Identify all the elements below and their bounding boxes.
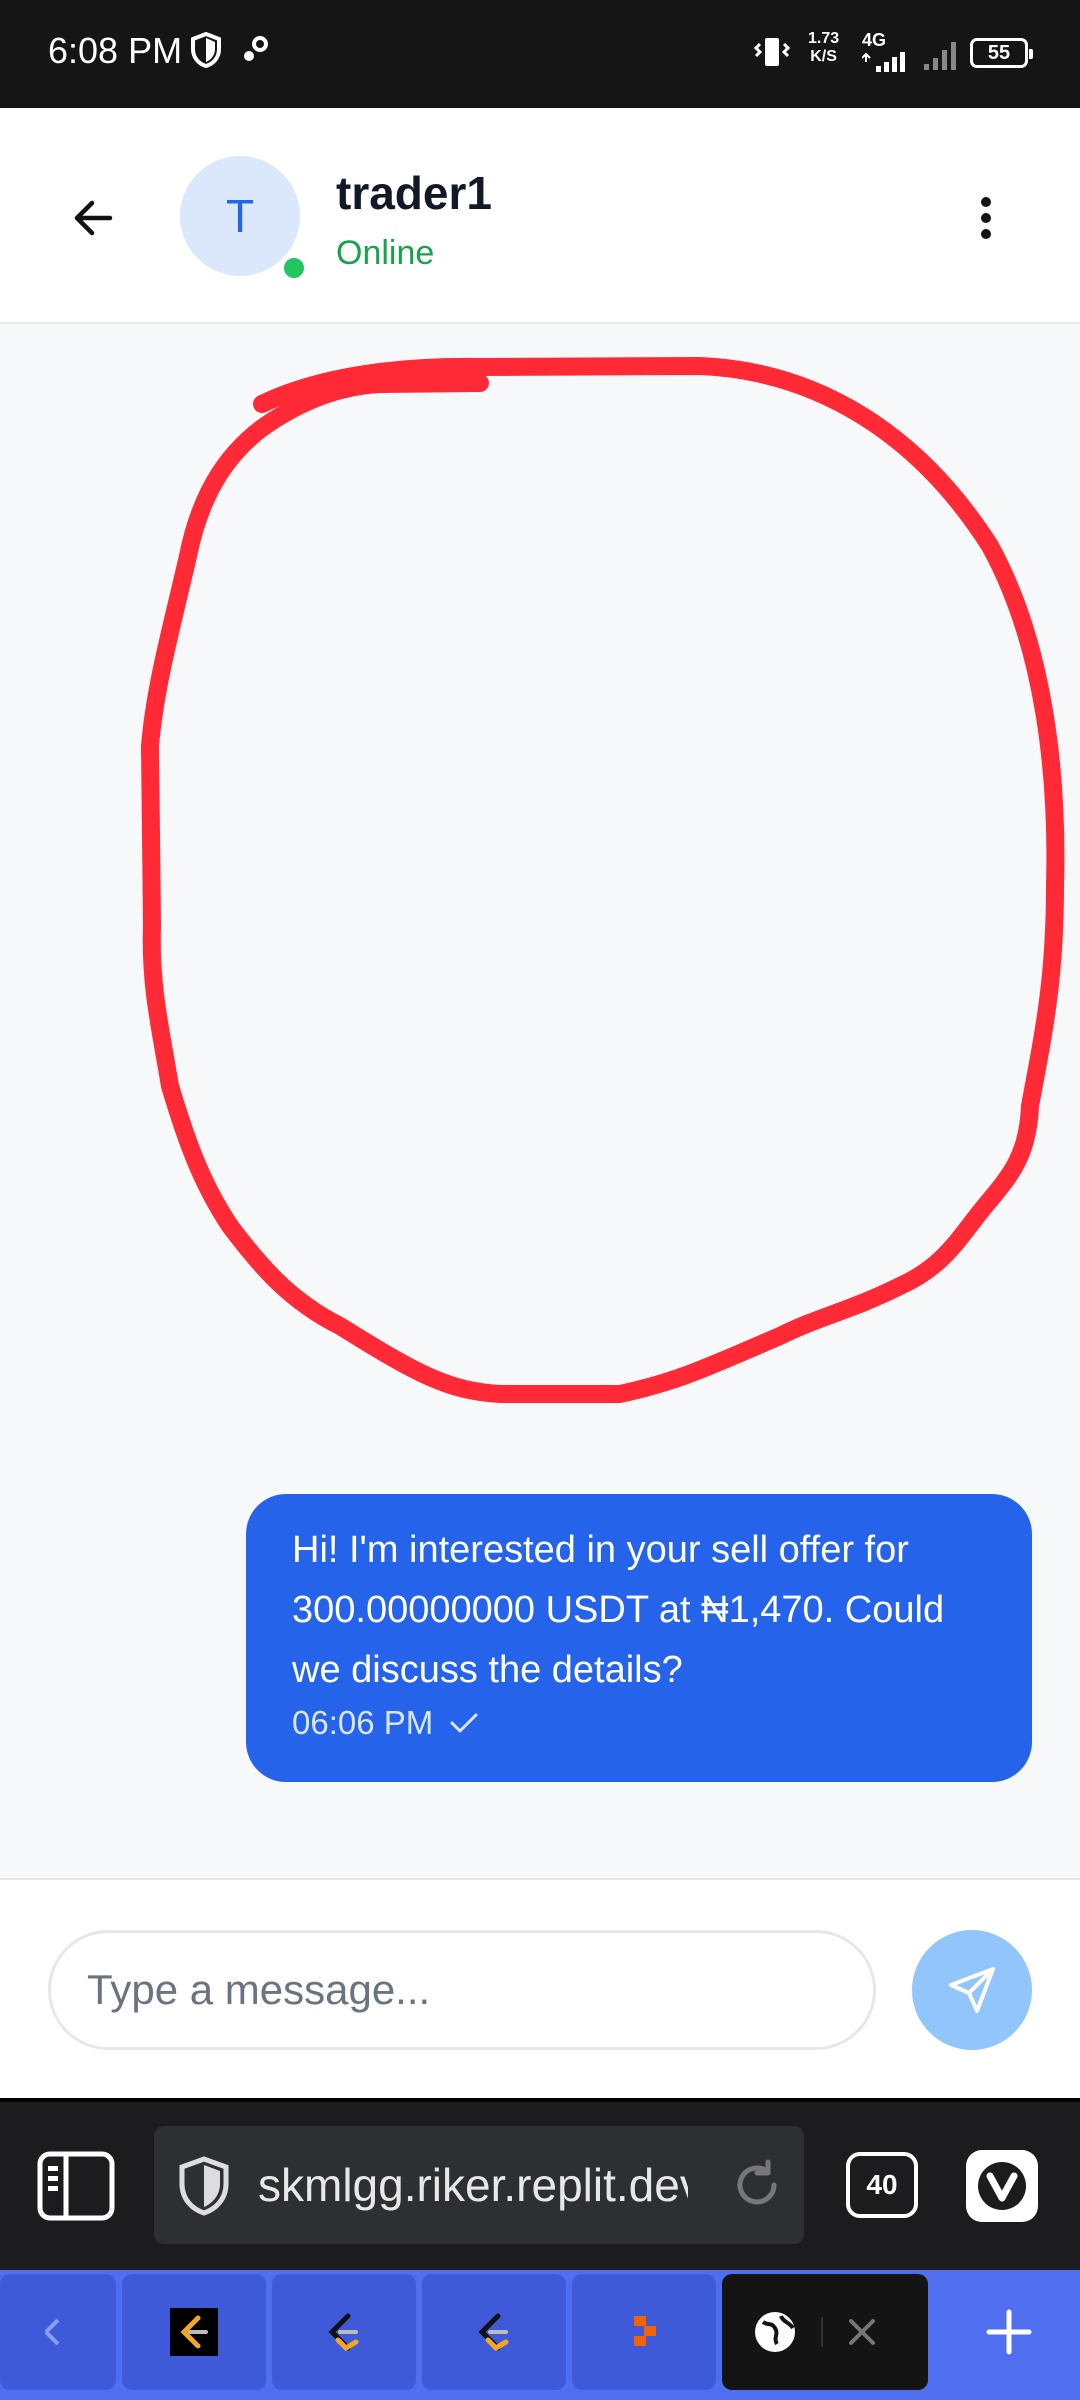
avatar[interactable]: T bbox=[180, 156, 300, 276]
tab-favicon-icon bbox=[44, 2318, 60, 2346]
browser-toolbar: skmlgg.riker.replit.dev 40 bbox=[0, 2098, 1080, 2270]
message-list[interactable]: Hi! I'm interested in your sell offer fo… bbox=[0, 326, 1080, 1878]
network-type: 4G bbox=[862, 30, 887, 50]
tab-1[interactable] bbox=[0, 2274, 116, 2390]
panel-toggle-button[interactable] bbox=[36, 2150, 116, 2222]
tab-strip bbox=[0, 2270, 1080, 2400]
battery-indicator: 55 bbox=[970, 38, 1033, 68]
shield-icon bbox=[179, 2156, 229, 2216]
more-vertical-icon bbox=[981, 197, 991, 239]
settings-status-icon bbox=[240, 32, 274, 71]
contact-name[interactable]: trader1 bbox=[336, 166, 492, 220]
checkmark-icon bbox=[450, 1713, 478, 1733]
tab-2[interactable] bbox=[122, 2274, 266, 2390]
message-meta: 06:06 PM bbox=[292, 1704, 986, 1742]
send-button[interactable] bbox=[912, 1930, 1032, 2050]
message-composer bbox=[0, 1878, 1080, 2098]
sidebar-panel-icon bbox=[37, 2151, 115, 2221]
new-tab-button[interactable] bbox=[954, 2274, 1064, 2390]
chat-header: T trader1 Online bbox=[0, 108, 1080, 324]
message-text: Hi! I'm interested in your sell offer fo… bbox=[292, 1529, 945, 1691]
red-circle-annotation bbox=[141, 357, 1065, 1403]
status-time: 6:08 PM bbox=[48, 30, 183, 71]
tab-5[interactable] bbox=[572, 2274, 716, 2390]
tab-separator bbox=[821, 2317, 823, 2347]
screen: 6:08 PM 1.73 K/S 4G 55 T trader1 Online bbox=[0, 0, 1080, 2400]
plus-icon bbox=[986, 2309, 1032, 2355]
send-icon bbox=[949, 1967, 995, 2013]
signal-strength-icon bbox=[861, 52, 910, 77]
status-bar: 6:08 PM 1.73 K/S 4G 55 bbox=[0, 0, 1080, 108]
url-text[interactable]: skmlgg.riker.replit.dev bbox=[258, 2158, 688, 2212]
reload-icon[interactable] bbox=[730, 2158, 784, 2212]
tab-active[interactable] bbox=[722, 2274, 928, 2390]
message-bubble-outgoing[interactable]: Hi! I'm interested in your sell offer fo… bbox=[246, 1494, 1032, 1782]
back-button[interactable] bbox=[66, 190, 122, 246]
shield-status-icon bbox=[190, 31, 222, 73]
close-tab-icon[interactable] bbox=[845, 2315, 879, 2349]
contact-status: Online bbox=[336, 234, 435, 272]
more-options-button[interactable] bbox=[966, 188, 1006, 248]
net-speed: 1.73 K/S bbox=[808, 30, 840, 65]
leetcode-favicon-icon bbox=[170, 2308, 218, 2356]
tab-3[interactable] bbox=[272, 2274, 416, 2390]
vivaldi-menu-button[interactable] bbox=[966, 2150, 1038, 2222]
online-indicator bbox=[280, 254, 308, 282]
signal-sim2-icon bbox=[924, 40, 960, 75]
arrow-left-icon bbox=[74, 200, 113, 236]
replit-favicon-icon bbox=[634, 2316, 656, 2346]
message-time: 06:06 PM bbox=[292, 1704, 434, 1741]
address-bar[interactable]: skmlgg.riker.replit.dev bbox=[154, 2126, 804, 2244]
message-input[interactable] bbox=[48, 1930, 876, 2050]
leetcode-favicon-icon bbox=[328, 2313, 359, 2352]
vivaldi-logo-icon bbox=[978, 2162, 1026, 2210]
leetcode-favicon-icon bbox=[478, 2313, 509, 2352]
vibrate-icon bbox=[752, 32, 792, 77]
tab-switcher-button[interactable]: 40 bbox=[846, 2152, 918, 2218]
globe-icon bbox=[755, 2312, 795, 2352]
tab-4[interactable] bbox=[422, 2274, 566, 2390]
